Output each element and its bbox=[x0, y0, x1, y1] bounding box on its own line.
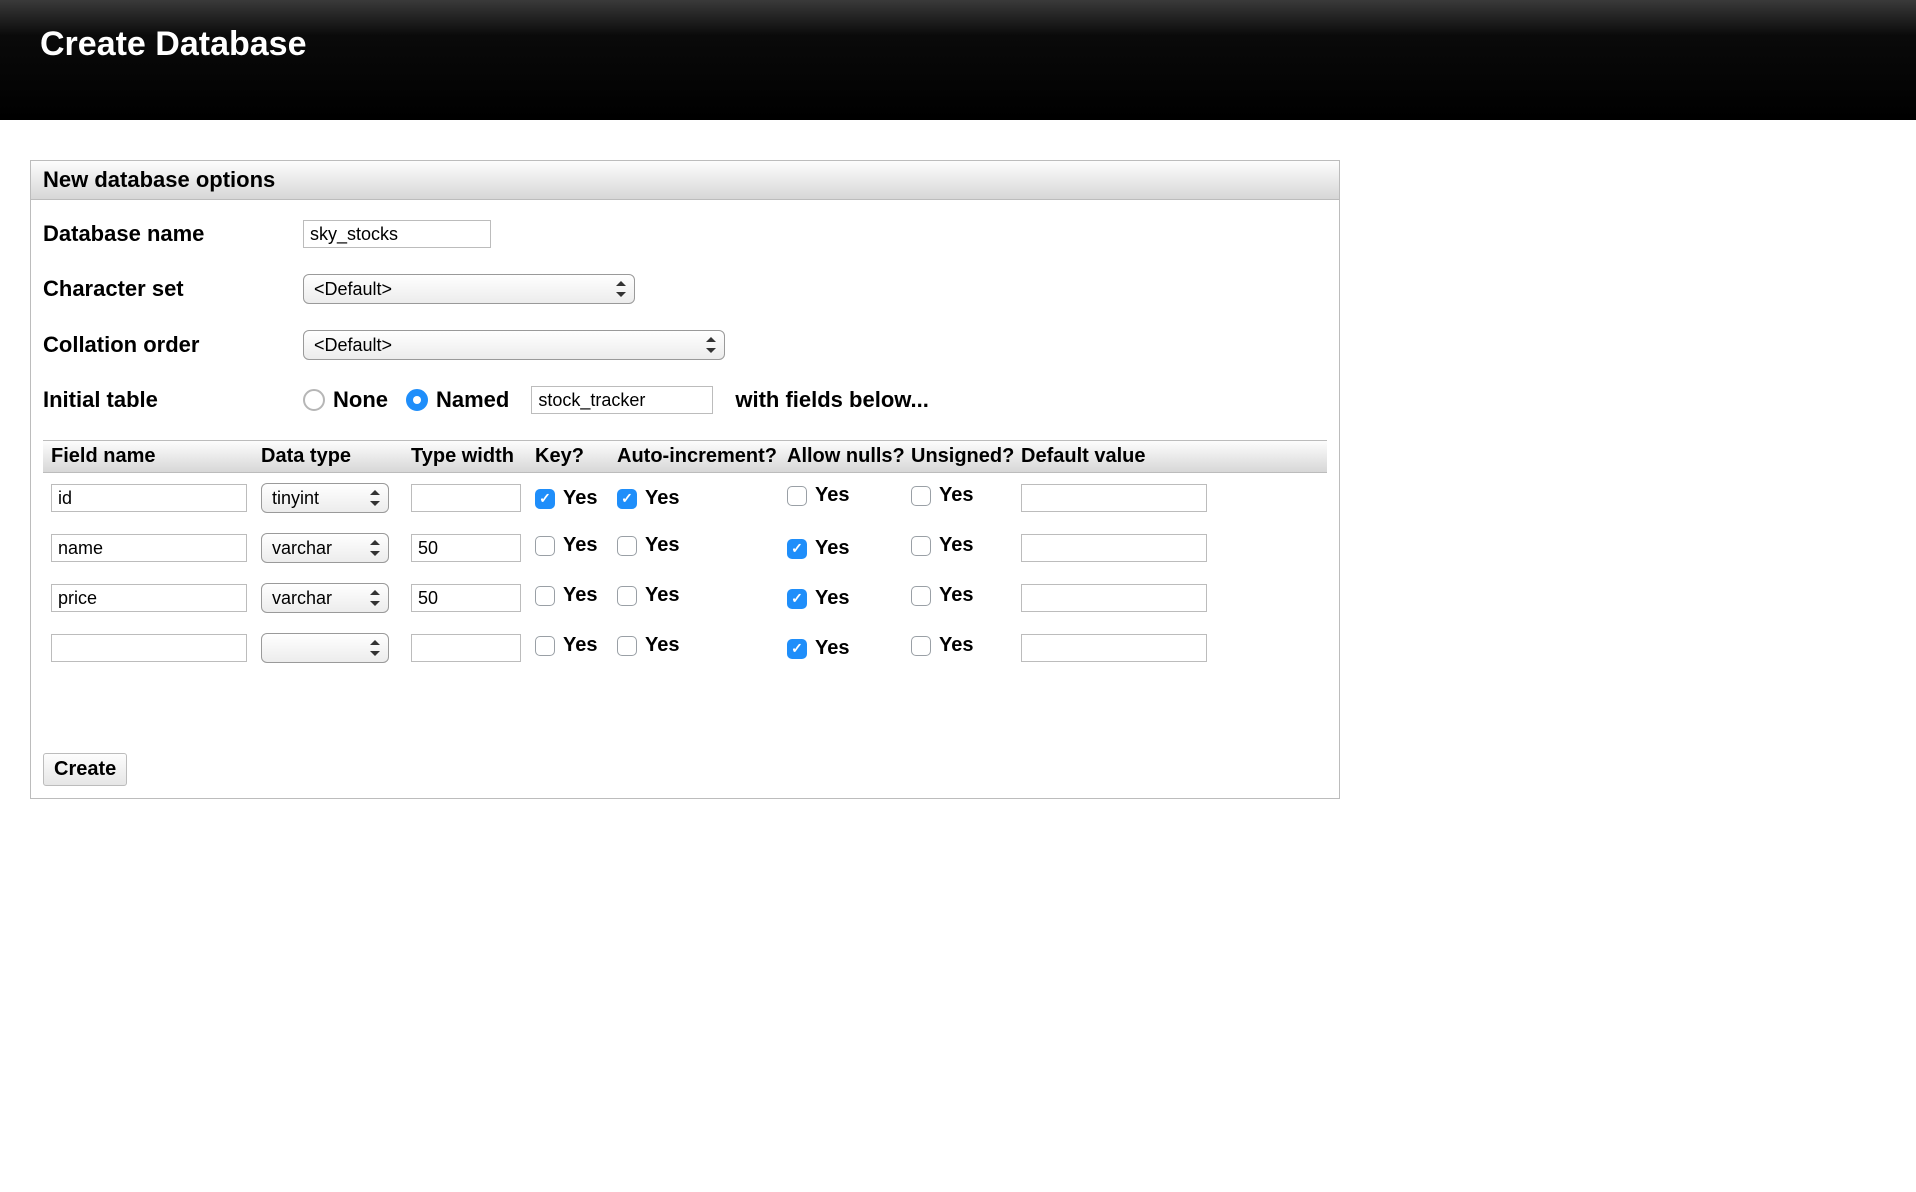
form-body: Database name Character set <Default> Co… bbox=[31, 200, 1339, 798]
collation-order-select[interactable]: <Default> bbox=[304, 331, 724, 359]
allow-nulls-label: Yes bbox=[815, 637, 849, 660]
allow-nulls-checkbox[interactable] bbox=[787, 639, 807, 659]
unsigned-checkbox[interactable] bbox=[911, 536, 931, 556]
options-panel: New database options Database name Chara… bbox=[30, 160, 1340, 799]
default-value-input[interactable] bbox=[1021, 634, 1207, 662]
with-fields-hint: with fields below... bbox=[735, 387, 929, 413]
data-type-select[interactable]: varchar bbox=[262, 584, 388, 612]
auto-increment-label: Yes bbox=[645, 487, 679, 510]
label-collation-order: Collation order bbox=[43, 332, 303, 358]
allow-nulls-label: Yes bbox=[815, 587, 849, 610]
row-initial-table: Initial table None Named with fields bel… bbox=[43, 386, 1327, 414]
initial-table-radio-group: None Named with fields below... bbox=[303, 386, 929, 414]
field-name-input[interactable] bbox=[51, 634, 247, 662]
data-type-select[interactable]: varchar bbox=[262, 534, 388, 562]
type-width-input[interactable] bbox=[411, 484, 521, 512]
label-database-name: Database name bbox=[43, 221, 303, 247]
data-type-select-wrap bbox=[261, 633, 389, 663]
default-value-input[interactable] bbox=[1021, 534, 1207, 562]
page-body: New database options Database name Chara… bbox=[0, 120, 1916, 839]
field-name-input[interactable] bbox=[51, 584, 247, 612]
unsigned-checkbox[interactable] bbox=[911, 486, 931, 506]
auto-increment-checkbox[interactable] bbox=[617, 636, 637, 656]
radio-named[interactable] bbox=[406, 389, 428, 411]
collation-order-select-wrap: <Default> bbox=[303, 330, 725, 360]
page-title: Create Database bbox=[40, 25, 1876, 64]
unsigned-label: Yes bbox=[939, 484, 973, 507]
radio-none[interactable] bbox=[303, 389, 325, 411]
key-checkbox[interactable] bbox=[535, 489, 555, 509]
top-header: Create Database bbox=[0, 0, 1916, 120]
allow-nulls-checkbox[interactable] bbox=[787, 539, 807, 559]
key-checkbox[interactable] bbox=[535, 536, 555, 556]
col-allow-nulls: Allow nulls? bbox=[787, 445, 911, 468]
panel-title: New database options bbox=[31, 161, 1339, 200]
auto-increment-label: Yes bbox=[645, 634, 679, 657]
type-width-input[interactable] bbox=[411, 534, 521, 562]
auto-increment-checkbox[interactable] bbox=[617, 586, 637, 606]
allow-nulls-label: Yes bbox=[815, 537, 849, 560]
type-width-input[interactable] bbox=[411, 584, 521, 612]
radio-none-label: None bbox=[333, 387, 388, 413]
field-name-input[interactable] bbox=[51, 484, 247, 512]
allow-nulls-checkbox[interactable] bbox=[787, 486, 807, 506]
row-collation-order: Collation order <Default> bbox=[43, 330, 1327, 360]
key-label: Yes bbox=[563, 584, 597, 607]
col-unsigned: Unsigned? bbox=[911, 445, 1021, 468]
key-checkbox[interactable] bbox=[535, 586, 555, 606]
unsigned-label: Yes bbox=[939, 584, 973, 607]
table-row: tinyint Yes Yes Yes Yes bbox=[43, 473, 1327, 523]
table-row: varchar Yes Yes Yes Yes bbox=[43, 573, 1327, 623]
data-type-select-wrap: varchar bbox=[261, 583, 389, 613]
allow-nulls-label: Yes bbox=[815, 484, 849, 507]
unsigned-checkbox[interactable] bbox=[911, 636, 931, 656]
allow-nulls-checkbox[interactable] bbox=[787, 589, 807, 609]
type-width-input[interactable] bbox=[411, 634, 521, 662]
key-checkbox[interactable] bbox=[535, 636, 555, 656]
radio-named-label: Named bbox=[436, 387, 509, 413]
auto-increment-checkbox[interactable] bbox=[617, 536, 637, 556]
auto-increment-label: Yes bbox=[645, 534, 679, 557]
key-label: Yes bbox=[563, 634, 597, 657]
default-value-input[interactable] bbox=[1021, 484, 1207, 512]
unsigned-checkbox[interactable] bbox=[911, 586, 931, 606]
database-name-input[interactable] bbox=[303, 220, 491, 248]
character-set-select-wrap: <Default> bbox=[303, 274, 635, 304]
fields-grid: Field name Data type Type width Key? Aut… bbox=[43, 440, 1327, 673]
col-default: Default value bbox=[1021, 445, 1211, 468]
label-initial-table: Initial table bbox=[43, 387, 303, 413]
table-row: Yes Yes Yes Yes bbox=[43, 623, 1327, 673]
table-row: varchar Yes Yes Yes Yes bbox=[43, 523, 1327, 573]
data-type-select-wrap: varchar bbox=[261, 533, 389, 563]
fields-grid-header: Field name Data type Type width Key? Aut… bbox=[43, 440, 1327, 473]
create-button[interactable]: Create bbox=[43, 753, 127, 786]
field-name-input[interactable] bbox=[51, 534, 247, 562]
data-type-select-wrap: tinyint bbox=[261, 483, 389, 513]
auto-increment-checkbox[interactable] bbox=[617, 489, 637, 509]
unsigned-label: Yes bbox=[939, 534, 973, 557]
character-set-select[interactable]: <Default> bbox=[304, 275, 634, 303]
key-label: Yes bbox=[563, 534, 597, 557]
data-type-select[interactable]: tinyint bbox=[262, 484, 388, 512]
unsigned-label: Yes bbox=[939, 634, 973, 657]
label-character-set: Character set bbox=[43, 276, 303, 302]
col-type-width: Type width bbox=[411, 445, 535, 468]
col-auto-inc: Auto-increment? bbox=[617, 445, 787, 468]
col-key: Key? bbox=[535, 445, 617, 468]
row-database-name: Database name bbox=[43, 220, 1327, 248]
footer-buttons: Create bbox=[43, 753, 127, 786]
default-value-input[interactable] bbox=[1021, 584, 1207, 612]
col-data-type: Data type bbox=[261, 445, 411, 468]
auto-increment-label: Yes bbox=[645, 584, 679, 607]
key-label: Yes bbox=[563, 487, 597, 510]
col-field-name: Field name bbox=[51, 445, 261, 468]
row-character-set: Character set <Default> bbox=[43, 274, 1327, 304]
initial-table-name-input[interactable] bbox=[531, 386, 713, 414]
data-type-select[interactable] bbox=[262, 634, 388, 662]
